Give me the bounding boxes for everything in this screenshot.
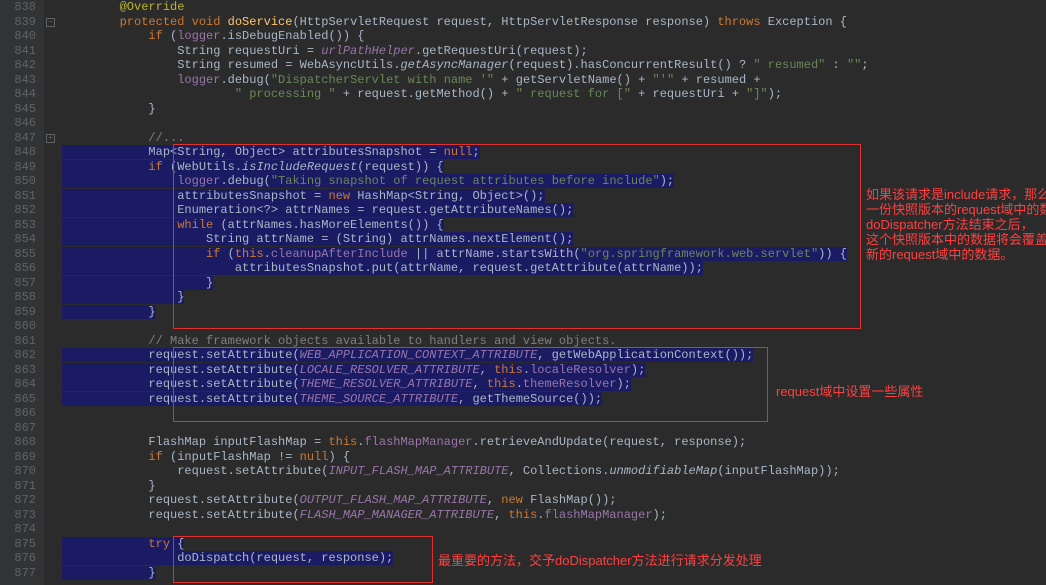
annotation-text: 如果该请求是include请求，那么保存 一份快照版本的request域中的数据… <box>866 187 1046 262</box>
code-line[interactable]: } <box>62 102 1046 117</box>
line-number: 869 <box>0 450 36 465</box>
line-number: 877 <box>0 566 36 581</box>
line-number: 874 <box>0 522 36 537</box>
line-number: 867 <box>0 421 36 436</box>
annotation-text: 最重要的方法，交予doDispatcher方法进行请求分发处理 <box>438 553 762 568</box>
line-number: 875 <box>0 537 36 552</box>
code-editor[interactable]: 8388398408418428438448458468478488498508… <box>0 0 1046 585</box>
annotation-text: request域中设置一些属性 <box>776 384 923 399</box>
line-number: 876 <box>0 551 36 566</box>
line-number: 843 <box>0 73 36 88</box>
code-line[interactable]: String resumed = WebAsyncUtils.getAsyncM… <box>62 58 1046 73</box>
line-number: 845 <box>0 102 36 117</box>
line-number: 841 <box>0 44 36 59</box>
line-number: 868 <box>0 435 36 450</box>
code-line[interactable]: logger.debug("DispatcherServlet with nam… <box>62 73 1046 88</box>
code-line[interactable]: String requestUri = urlPathHelper.getReq… <box>62 44 1046 59</box>
line-number: 870 <box>0 464 36 479</box>
line-number: 854 <box>0 232 36 247</box>
code-line[interactable]: // Make framework objects available to h… <box>62 334 1046 349</box>
code-line[interactable]: //... <box>62 131 1046 146</box>
line-number: 866 <box>0 406 36 421</box>
code-line[interactable]: request.setAttribute(OUTPUT_FLASH_MAP_AT… <box>62 493 1046 508</box>
line-number: 844 <box>0 87 36 102</box>
code-line[interactable]: } <box>62 479 1046 494</box>
code-line[interactable] <box>62 116 1046 131</box>
code-line[interactable]: if (WebUtils.isIncludeRequest(request)) … <box>62 160 1046 175</box>
line-number: 838 <box>0 0 36 15</box>
code-line[interactable]: } <box>62 305 1046 320</box>
code-line[interactable]: try { <box>62 537 1046 552</box>
code-line[interactable]: @Override <box>62 0 1046 15</box>
code-area[interactable]: @Override protected void doService(HttpS… <box>58 0 1046 585</box>
code-line[interactable]: attributesSnapshot.put(attrName, request… <box>62 261 1046 276</box>
code-line[interactable]: FlashMap inputFlashMap = this.flashMapMa… <box>62 435 1046 450</box>
code-line[interactable] <box>62 522 1046 537</box>
line-number: 847 <box>0 131 36 146</box>
line-number: 873 <box>0 508 36 523</box>
line-number: 848 <box>0 145 36 160</box>
fold-marker[interactable]: − <box>46 18 55 27</box>
code-line[interactable]: Map<String, Object> attributesSnapshot =… <box>62 145 1046 160</box>
fold-marker[interactable]: + <box>46 134 55 143</box>
line-number: 855 <box>0 247 36 262</box>
code-line[interactable] <box>62 421 1046 436</box>
line-number: 863 <box>0 363 36 378</box>
line-number: 840 <box>0 29 36 44</box>
code-line[interactable]: " processing " + request.getMethod() + "… <box>62 87 1046 102</box>
line-number: 860 <box>0 319 36 334</box>
line-number: 849 <box>0 160 36 175</box>
code-line[interactable]: } <box>62 276 1046 291</box>
fold-column: +− <box>44 0 58 585</box>
code-line[interactable] <box>62 319 1046 334</box>
line-number: 846 <box>0 116 36 131</box>
line-number: 861 <box>0 334 36 349</box>
line-number: 862 <box>0 348 36 363</box>
code-line[interactable]: if (inputFlashMap != null) { <box>62 450 1046 465</box>
code-line[interactable]: request.setAttribute(LOCALE_RESOLVER_ATT… <box>62 363 1046 378</box>
line-number-gutter: 8388398408418428438448458468478488498508… <box>0 0 44 585</box>
code-line[interactable]: } <box>62 290 1046 305</box>
line-number: 851 <box>0 189 36 204</box>
line-number: 871 <box>0 479 36 494</box>
line-number: 864 <box>0 377 36 392</box>
line-number: 856 <box>0 261 36 276</box>
line-number: 852 <box>0 203 36 218</box>
line-number: 850 <box>0 174 36 189</box>
code-line[interactable]: request.setAttribute(WEB_APPLICATION_CON… <box>62 348 1046 363</box>
line-number: 872 <box>0 493 36 508</box>
code-line[interactable]: if (logger.isDebugEnabled()) { <box>62 29 1046 44</box>
code-line[interactable]: protected void doService(HttpServletRequ… <box>62 15 1046 30</box>
code-line[interactable]: request.setAttribute(INPUT_FLASH_MAP_ATT… <box>62 464 1046 479</box>
line-number: 865 <box>0 392 36 407</box>
line-number: 857 <box>0 276 36 291</box>
line-number: 859 <box>0 305 36 320</box>
line-number: 842 <box>0 58 36 73</box>
code-line[interactable] <box>62 406 1046 421</box>
line-number: 858 <box>0 290 36 305</box>
line-number: 839 <box>0 15 36 30</box>
code-line[interactable]: request.setAttribute(FLASH_MAP_MANAGER_A… <box>62 508 1046 523</box>
line-number: 853 <box>0 218 36 233</box>
